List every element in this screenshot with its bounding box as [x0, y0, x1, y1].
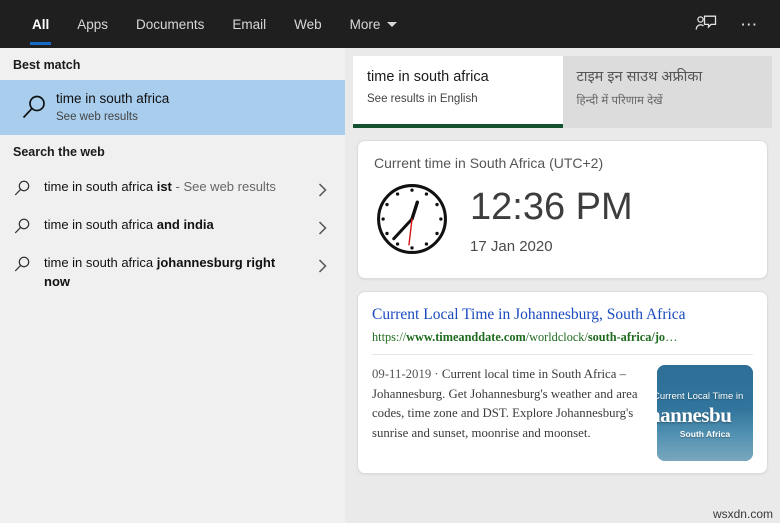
language-tab-list: time in south africa See results in Engl… [353, 56, 772, 128]
list-item-label: time in south africa ist - See web resul… [44, 178, 309, 197]
header-tab-list: All Apps Documents Email Web More [0, 0, 411, 48]
search-icon [13, 254, 44, 273]
left-results-pane: Best match time in south africa See web … [0, 48, 345, 523]
current-date-value: 17 Jan 2020 [470, 238, 553, 255]
list-item[interactable]: time in south africa and india [0, 207, 345, 245]
search-icon [12, 93, 56, 121]
search-the-web-list: time in south africa ist - See web resul… [0, 167, 345, 301]
search-icon [13, 178, 44, 197]
tab-documents[interactable]: Documents [122, 0, 218, 48]
thumbnail-line-2: hannesbu [657, 402, 732, 427]
current-time-card: Current time in South Africa (UTC+2) 12:… [357, 140, 768, 279]
analog-clock-icon [374, 181, 458, 262]
list-item[interactable]: time in south africa johannesburg right … [0, 245, 345, 301]
web-result-card: Current Local Time in Johannesburg, Sout… [357, 291, 768, 474]
current-time-value: 12:36 PM [470, 186, 633, 228]
result-date: 09-11-2019 · [372, 366, 442, 381]
tab-active-underline [30, 42, 52, 45]
suggestion-suffix: - See web results [171, 179, 276, 194]
best-match-text: time in south africa See web results [56, 90, 169, 123]
tab-english-title: time in south africa [367, 69, 489, 85]
chevron-right-icon[interactable] [309, 178, 335, 198]
result-thumbnail[interactable]: Current Local Time in hannesbu South Afr… [657, 364, 753, 461]
suggestion-bold: ist [156, 179, 172, 194]
time-card-row: 12:36 PM 17 Jan 2020 [374, 181, 751, 262]
thumbnail-line-3: South Africa [679, 428, 731, 439]
suggestion-prefix: time in south africa [44, 179, 157, 194]
url-part-2: /worldclock/ [525, 329, 588, 344]
url-part-3: south-africa/jo [587, 329, 666, 344]
search-header: All Apps Documents Email Web More ⋯ [0, 0, 780, 48]
tab-results-english[interactable]: time in south africa See results in Engl… [353, 56, 563, 128]
tab-results-hindi[interactable]: टाइम इन साउथ अफ्रीका हिन्दी में परिणाम द… [562, 56, 772, 128]
result-url[interactable]: https://www.timeanddate.com/worldclock/s… [372, 330, 753, 345]
watermark: wsxdn.com [712, 507, 773, 521]
search-the-web-section-label: Search the web [13, 145, 105, 159]
chevron-right-icon[interactable] [309, 216, 335, 236]
tab-more[interactable]: More [336, 0, 412, 48]
tab-all[interactable]: All [18, 0, 63, 48]
result-body: 09-11-2019 · Current local time in South… [372, 364, 753, 461]
list-item[interactable]: time in south africa ist - See web resul… [0, 169, 345, 207]
feedback-person-icon[interactable] [688, 6, 724, 42]
url-part-1: www.timeanddate.com [406, 329, 526, 344]
best-match-section-label: Best match [13, 58, 81, 72]
tab-web[interactable]: Web [280, 0, 336, 48]
suggestion-prefix: time in south africa [44, 217, 157, 232]
best-match-subtitle: See web results [56, 111, 138, 124]
tab-english-subtitle: See results in English [367, 92, 478, 105]
tab-email-label: Email [232, 16, 267, 32]
tab-documents-label: Documents [136, 16, 205, 32]
divider [372, 353, 753, 355]
tab-all-label: All [32, 16, 50, 32]
search-body: Best match time in south africa See web … [0, 48, 780, 523]
time-card-values: 12:36 PM 17 Jan 2020 [458, 188, 633, 255]
url-part-4: … [665, 329, 678, 344]
chevron-right-icon[interactable] [309, 254, 335, 274]
windows-search-window: All Apps Documents Email Web More ⋯ Best… [0, 0, 780, 523]
suggestion-bold: and india [156, 217, 214, 232]
result-title-link[interactable]: Current Local Time in Johannesburg, Sout… [372, 305, 753, 325]
result-description: 09-11-2019 · Current local time in South… [372, 365, 657, 461]
tab-hindi-subtitle: हिन्दी में परिणाम देखें [576, 94, 663, 107]
tab-web-label: Web [294, 16, 322, 32]
chevron-down-icon [387, 21, 398, 27]
tab-active-underline [353, 124, 563, 128]
tab-more-label: More [349, 16, 381, 32]
ellipsis-icon[interactable]: ⋯ [732, 6, 768, 42]
url-part-0: https:// [372, 329, 407, 344]
list-item-label: time in south africa johannesburg right … [44, 254, 309, 292]
right-preview-pane: time in south africa See results in Engl… [345, 48, 780, 523]
tab-apps[interactable]: Apps [63, 0, 122, 48]
header-actions: ⋯ [688, 0, 768, 48]
tab-email[interactable]: Email [218, 0, 280, 48]
search-icon [13, 216, 44, 235]
best-match-title: time in south africa [56, 90, 170, 106]
time-card-heading: Current time in South Africa (UTC+2) [374, 155, 604, 171]
thumbnail-line-1: Current Local Time in [657, 390, 744, 402]
tab-hindi-title: टाइम इन साउथ अफ्रीका [576, 69, 703, 85]
best-match-item[interactable]: time in south africa See web results [0, 80, 345, 135]
tab-apps-label: Apps [77, 16, 109, 32]
list-item-label: time in south africa and india [44, 216, 309, 235]
suggestion-prefix: time in south africa [44, 255, 157, 270]
